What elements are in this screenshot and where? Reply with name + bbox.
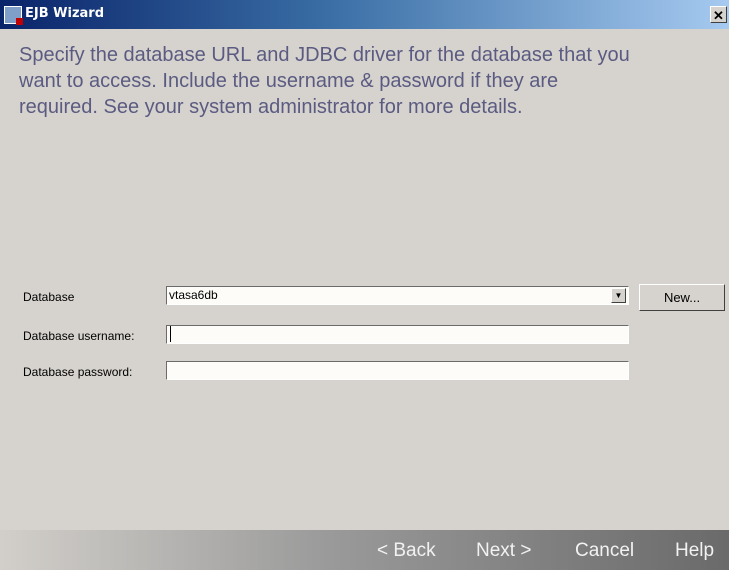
password-label: Database password: bbox=[23, 365, 133, 379]
database-dropdown[interactable]: vtasa6db ▼ bbox=[166, 286, 629, 305]
username-label: Database username: bbox=[23, 329, 135, 343]
database-value: vtasa6db bbox=[169, 288, 218, 302]
chevron-down-icon[interactable]: ▼ bbox=[611, 288, 626, 303]
text-caret bbox=[170, 326, 171, 342]
database-label: Database bbox=[23, 290, 75, 304]
password-field[interactable] bbox=[166, 361, 629, 380]
cancel-button[interactable]: Cancel bbox=[575, 540, 634, 562]
ejb-wizard-window: EJB Wizard ✕ Specify the database URL an… bbox=[0, 0, 729, 570]
back-button[interactable]: < Back bbox=[377, 540, 436, 562]
username-field[interactable] bbox=[166, 325, 629, 344]
new-database-button[interactable]: New... bbox=[639, 284, 725, 311]
connection-form: Database vtasa6db ▼ New... Database user… bbox=[0, 0, 729, 570]
next-button[interactable]: Next > bbox=[476, 540, 531, 562]
help-button[interactable]: Help bbox=[675, 540, 714, 562]
